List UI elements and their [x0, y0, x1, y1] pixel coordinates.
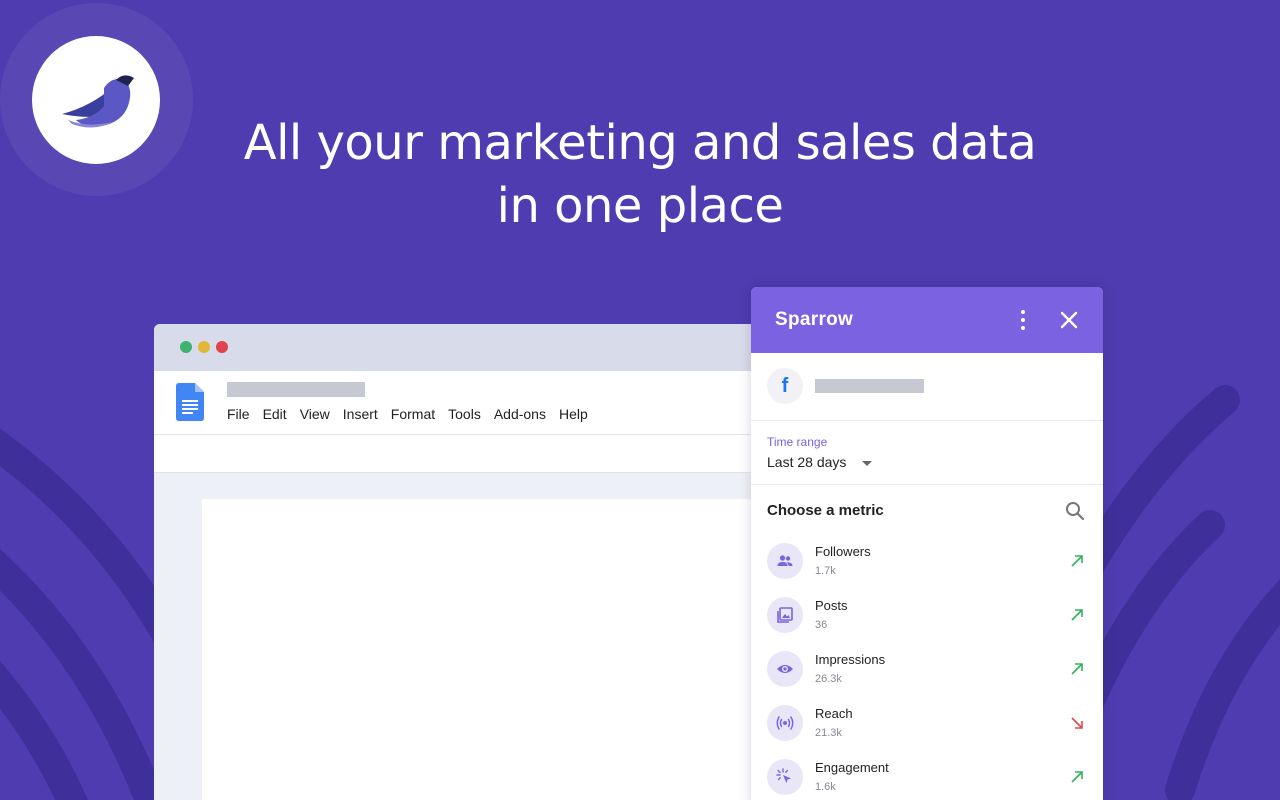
image-icon [767, 597, 803, 633]
docs-window: File Edit View Insert Format Tools Add-o… [154, 324, 774, 800]
window-close-button[interactable] [216, 341, 228, 353]
metric-value: 36 [815, 619, 828, 631]
menu-insert[interactable]: Insert [343, 406, 378, 422]
trend-up-icon [1071, 555, 1083, 567]
menu-format[interactable]: Format [391, 406, 435, 422]
search-icon[interactable] [1064, 500, 1086, 522]
metric-name: Followers [815, 544, 871, 559]
menu-file[interactable]: File [227, 406, 250, 422]
metric-item-followers[interactable]: Followers 1.7k [751, 539, 1103, 593]
menu-help[interactable]: Help [559, 406, 588, 422]
facebook-icon: f [767, 368, 803, 404]
window-titlebar [154, 324, 774, 371]
account-selector[interactable]: f [751, 353, 1103, 421]
trend-down-icon [1071, 717, 1083, 729]
document-page[interactable] [202, 499, 762, 800]
metric-name: Engagement [815, 760, 889, 775]
metric-name: Posts [815, 598, 848, 613]
metric-item-posts[interactable]: Posts 36 [751, 593, 1103, 647]
click-icon [767, 759, 803, 795]
metric-list: Followers 1.7k Posts 36 Impressions 26.3… [751, 539, 1103, 800]
menu-addons[interactable]: Add-ons [494, 406, 546, 422]
headline-line-2: in one place [496, 178, 784, 234]
trend-up-icon [1071, 609, 1083, 621]
chevron-down-icon [862, 461, 872, 466]
window-minimize-button[interactable] [198, 341, 210, 353]
more-options-icon[interactable] [1011, 308, 1035, 332]
metrics-heading: Choose a metric [767, 502, 884, 519]
docs-icon [176, 383, 204, 421]
metric-value: 21.3k [815, 727, 842, 739]
metric-item-impressions[interactable]: Impressions 26.3k [751, 647, 1103, 701]
time-range-value: Last 28 days [767, 454, 847, 470]
trend-up-icon [1071, 771, 1083, 783]
people-icon [767, 543, 803, 579]
panel-header: Sparrow [751, 287, 1103, 353]
menu-view[interactable]: View [300, 406, 330, 422]
metric-value: 1.7k [815, 565, 836, 577]
time-range-label: Time range [767, 435, 828, 449]
menu-tools[interactable]: Tools [448, 406, 481, 422]
metric-name: Reach [815, 706, 853, 721]
divider [154, 434, 774, 435]
metric-value: 1.6k [815, 781, 836, 793]
sparrow-panel: Sparrow f Time range Last 28 days Choose… [751, 287, 1103, 800]
metric-item-reach[interactable]: Reach 21.3k [751, 701, 1103, 755]
headline: All your marketing and sales data in one… [0, 112, 1280, 238]
time-range-select[interactable]: Time range Last 28 days [751, 421, 1103, 485]
trend-up-icon [1071, 663, 1083, 675]
docs-menu-bar: File Edit View Insert Format Tools Add-o… [227, 406, 601, 422]
eye-icon [767, 651, 803, 687]
headline-line-1: All your marketing and sales data [243, 115, 1037, 171]
account-name-placeholder [815, 379, 924, 393]
metric-value: 26.3k [815, 673, 842, 685]
metric-item-engagement[interactable]: Engagement 1.6k [751, 755, 1103, 800]
menu-edit[interactable]: Edit [263, 406, 287, 422]
close-icon[interactable] [1057, 308, 1081, 332]
window-maximize-button[interactable] [180, 341, 192, 353]
broadcast-icon [767, 705, 803, 741]
panel-title: Sparrow [775, 309, 854, 330]
metric-name: Impressions [815, 652, 886, 667]
document-title-placeholder[interactable] [227, 382, 365, 397]
